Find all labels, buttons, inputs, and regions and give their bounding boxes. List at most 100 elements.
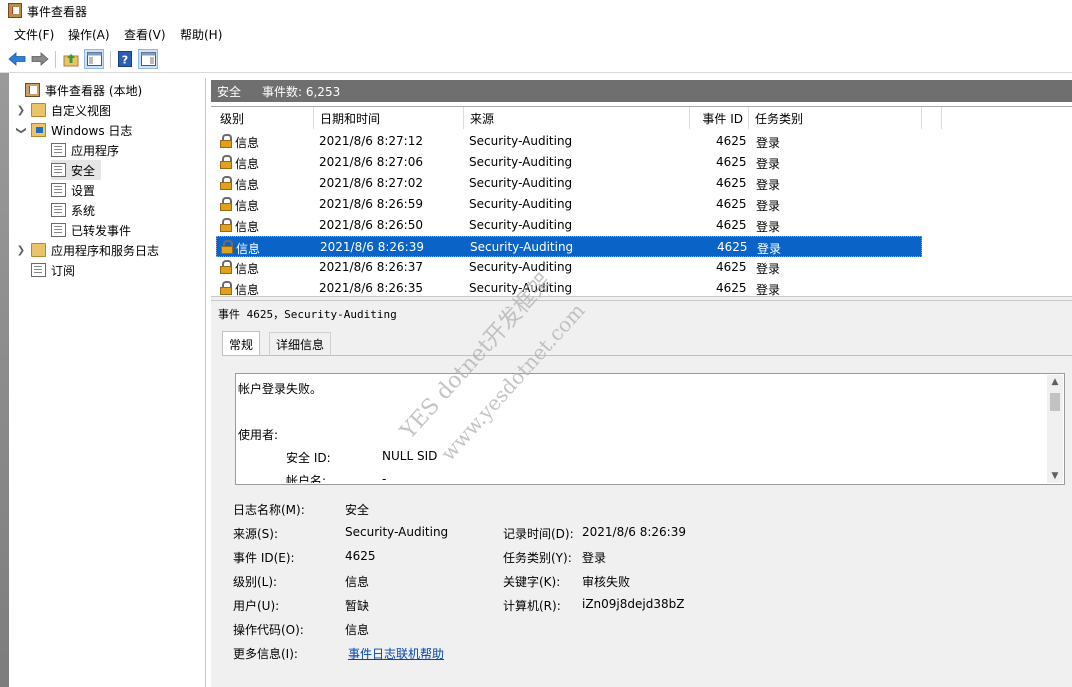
chevron-down-icon[interactable]: ❯ xyxy=(16,124,27,136)
window-left-edge xyxy=(0,73,9,687)
field-value-event-id: 4625 xyxy=(345,549,376,563)
field-label-event-id: 事件 ID(E): xyxy=(233,551,295,565)
tab-general[interactable]: 常规 xyxy=(222,331,261,356)
scroll-up-arrow-icon[interactable]: ▲ xyxy=(1047,375,1063,389)
cell-task-category: 登录 xyxy=(756,220,781,234)
field-label-user: 用户(U): xyxy=(233,599,280,613)
message-scrollbar[interactable]: ▲ ▼ xyxy=(1047,375,1063,483)
window-title: 事件查看器 xyxy=(27,5,88,19)
field-label-keywords: 关键字(K): xyxy=(503,575,561,589)
tree-item-label: 安全 xyxy=(71,163,96,178)
cell-source: Security-Auditing xyxy=(469,176,573,190)
action-pane-icon[interactable] xyxy=(138,49,158,69)
menu-action[interactable]: 操作(A) xyxy=(68,26,110,43)
field-label-more-info: 更多信息(I): xyxy=(233,647,298,661)
log-icon xyxy=(51,183,66,197)
event-details: 事件 4625，Security-Auditing 常规 详细信息 帐户登录失败… xyxy=(211,301,1072,687)
field-value-logged: 2021/8/6 8:26:39 xyxy=(582,525,686,539)
tree-item-label: 系统 xyxy=(71,203,96,218)
navigation-tree: 事件查看器 (本地) ❯ 自定义视图 ❯ Windows 日志 应用程序 安全 … xyxy=(9,78,206,687)
forward-arrow-icon[interactable] xyxy=(30,49,50,69)
tree-item-label: Windows 日志 xyxy=(51,123,133,138)
menu-view[interactable]: 查看(V) xyxy=(124,26,166,43)
title-bar: 事件查看器 xyxy=(0,0,1072,22)
detail-title: 事件 4625，Security-Auditing xyxy=(218,308,397,321)
tree-item-security[interactable]: 安全 xyxy=(51,160,101,180)
field-value-log-name: 安全 xyxy=(345,503,370,517)
tree-item-root[interactable]: 事件查看器 (本地) xyxy=(13,80,142,100)
cell-event-id: 4625 xyxy=(716,218,747,232)
event-viewer-icon xyxy=(25,83,40,97)
column-header-source[interactable]: 来源 xyxy=(464,107,690,129)
cell-source: Security-Auditing xyxy=(469,218,573,232)
column-header-event-id[interactable]: 事件 ID xyxy=(690,107,749,129)
help-icon[interactable]: ? xyxy=(115,49,135,69)
menu-file[interactable]: 文件(F) xyxy=(14,26,54,43)
table-row[interactable]: 信息 2021/8/6 8:26:39 Security-Auditing 4625 登… xyxy=(216,236,922,257)
lock-icon xyxy=(220,197,232,211)
cell-event-id: 4625 xyxy=(716,176,747,190)
tree-item-forwarded-events[interactable]: 已转发事件 xyxy=(51,220,131,240)
cell-event-id: 4625 xyxy=(716,281,747,295)
pane-title: 安全 xyxy=(217,85,242,99)
tree-item-subscriptions[interactable]: 订阅 xyxy=(31,260,75,280)
tree-item-custom-views[interactable]: ❯ 自定义视图 xyxy=(15,100,111,120)
chevron-right-icon[interactable]: ❯ xyxy=(15,105,27,116)
menu-bar: 文件(F) 操作(A) 查看(V) 帮助(H) xyxy=(0,23,1072,45)
message-account-value: - xyxy=(382,472,387,483)
tree-item-label: 设置 xyxy=(71,183,96,198)
windows-folder-icon xyxy=(31,123,46,137)
chevron-right-icon[interactable]: ❯ xyxy=(15,245,27,256)
scroll-down-arrow-icon[interactable]: ▼ xyxy=(1047,469,1063,483)
up-folder-icon[interactable] xyxy=(61,49,81,69)
column-header-datetime[interactable]: 日期和时间 xyxy=(314,107,464,129)
field-value-user: 暂缺 xyxy=(345,599,370,613)
table-row[interactable]: 信息 2021/8/6 8:26:35 Security-Auditing 4625 登… xyxy=(216,278,922,297)
table-row[interactable]: 信息 2021/8/6 8:26:50 Security-Auditing 4625 登… xyxy=(216,215,922,236)
tree-item-system[interactable]: 系统 xyxy=(51,200,95,220)
event-viewer-app-icon xyxy=(8,3,22,18)
cell-level: 信息 xyxy=(235,136,260,150)
more-info-link[interactable]: 事件日志联机帮助 xyxy=(348,645,444,662)
lock-icon xyxy=(220,155,232,169)
show-hide-tree-icon[interactable] xyxy=(84,49,104,69)
message-account-label: 帐户名: xyxy=(286,474,327,483)
cell-level: 信息 xyxy=(235,283,260,297)
tree-item-label: 已转发事件 xyxy=(71,223,132,238)
table-row[interactable]: 信息 2021/8/6 8:26:59 Security-Auditing 4625 登… xyxy=(216,194,922,215)
tree-item-label: 应用程序 xyxy=(71,143,120,158)
tab-details[interactable]: 详细信息 xyxy=(269,332,332,355)
cell-event-id: 4625 xyxy=(716,260,747,274)
cell-datetime: 2021/8/6 8:26:50 xyxy=(319,218,423,232)
table-row[interactable]: 信息 2021/8/6 8:27:12 Security-Auditing 4625 登… xyxy=(216,131,922,152)
folder-icon xyxy=(31,103,46,117)
tree-item-windows-logs[interactable]: ❯ Windows 日志 xyxy=(15,120,132,140)
cell-datetime: 2021/8/6 8:26:59 xyxy=(319,197,423,211)
cell-task-category: 登录 xyxy=(756,199,781,213)
toolbar-separator xyxy=(110,51,111,68)
cell-datetime: 2021/8/6 8:26:37 xyxy=(319,260,423,274)
cell-task-category: 登录 xyxy=(756,157,781,171)
log-icon xyxy=(51,223,66,237)
table-row[interactable]: 信息 2021/8/6 8:27:02 Security-Auditing 4625 登… xyxy=(216,173,922,194)
column-header-task-category[interactable]: 任务类别 xyxy=(749,107,922,129)
pane-header: 安全 事件数: 6,253 xyxy=(211,80,1072,102)
tree-item-app-service-logs[interactable]: ❯ 应用程序和服务日志 xyxy=(15,240,159,260)
event-message-box[interactable]: 帐户登录失败。 使用者: 安全 ID: NULL SID 帐户名: - ▲ ▼ xyxy=(235,373,1065,485)
cell-datetime: 2021/8/6 8:26:39 xyxy=(320,240,424,254)
tree-item-application[interactable]: 应用程序 xyxy=(51,140,119,160)
cell-datetime: 2021/8/6 8:27:12 xyxy=(319,134,423,148)
table-row[interactable]: 信息 2021/8/6 8:27:06 Security-Auditing 4625 登… xyxy=(216,152,922,173)
field-value-level: 信息 xyxy=(345,575,370,589)
column-header-level[interactable]: 级别 xyxy=(214,107,314,129)
back-arrow-icon[interactable] xyxy=(7,49,27,69)
field-label-computer: 计算机(R): xyxy=(503,599,561,613)
log-icon xyxy=(51,143,66,157)
event-table: 级别 日期和时间 来源 事件 ID 任务类别 信息 2021/8/6 8:27:1… xyxy=(211,106,1072,297)
log-icon xyxy=(51,203,66,217)
table-row[interactable]: 信息 2021/8/6 8:26:37 Security-Auditing 4625 登… xyxy=(216,257,922,278)
tree-item-setup[interactable]: 设置 xyxy=(51,180,95,200)
menu-help[interactable]: 帮助(H) xyxy=(180,26,222,43)
cell-task-category: 登录 xyxy=(756,178,781,192)
scroll-thumb[interactable] xyxy=(1050,393,1060,411)
